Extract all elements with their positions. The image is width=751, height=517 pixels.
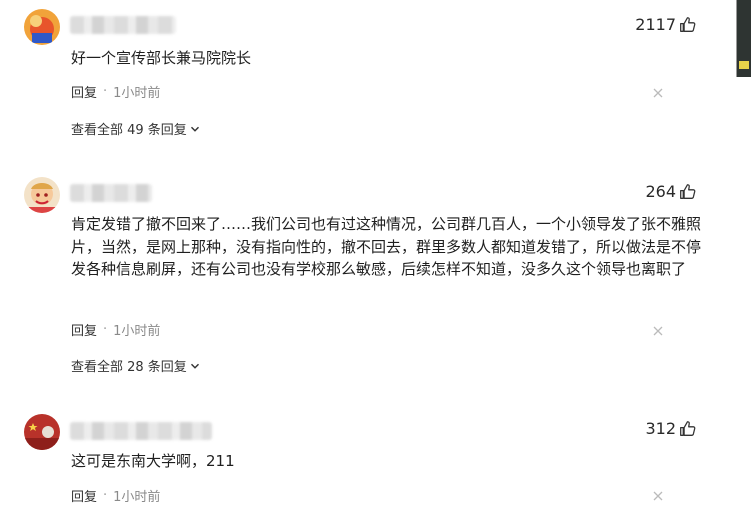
username-blurred[interactable]: [70, 422, 212, 440]
thumbnail-tag: [739, 61, 749, 69]
like-button[interactable]: 312: [645, 419, 696, 438]
comment-item: 312 这可是东南大学啊，211 回复 · 1小时前: [0, 0, 720, 517]
comment-meta: 回复 · 1小时前: [71, 486, 160, 505]
meta-separator: ·: [103, 488, 108, 503]
comment-time: 1小时前: [113, 490, 161, 505]
comment-text: 这可是东南大学啊，211: [71, 452, 235, 470]
side-video-thumbnail[interactable]: [736, 0, 751, 77]
like-count: 312: [645, 419, 676, 438]
reply-button[interactable]: 回复: [71, 486, 97, 505]
close-icon[interactable]: [652, 490, 664, 502]
avatar[interactable]: [24, 414, 60, 450]
comment-list: 2117 好一个宣传部长兼马院院长 回复 · 1小时前 查看全部 49 条回复: [0, 0, 751, 517]
thumbs-up-icon: [680, 421, 696, 436]
